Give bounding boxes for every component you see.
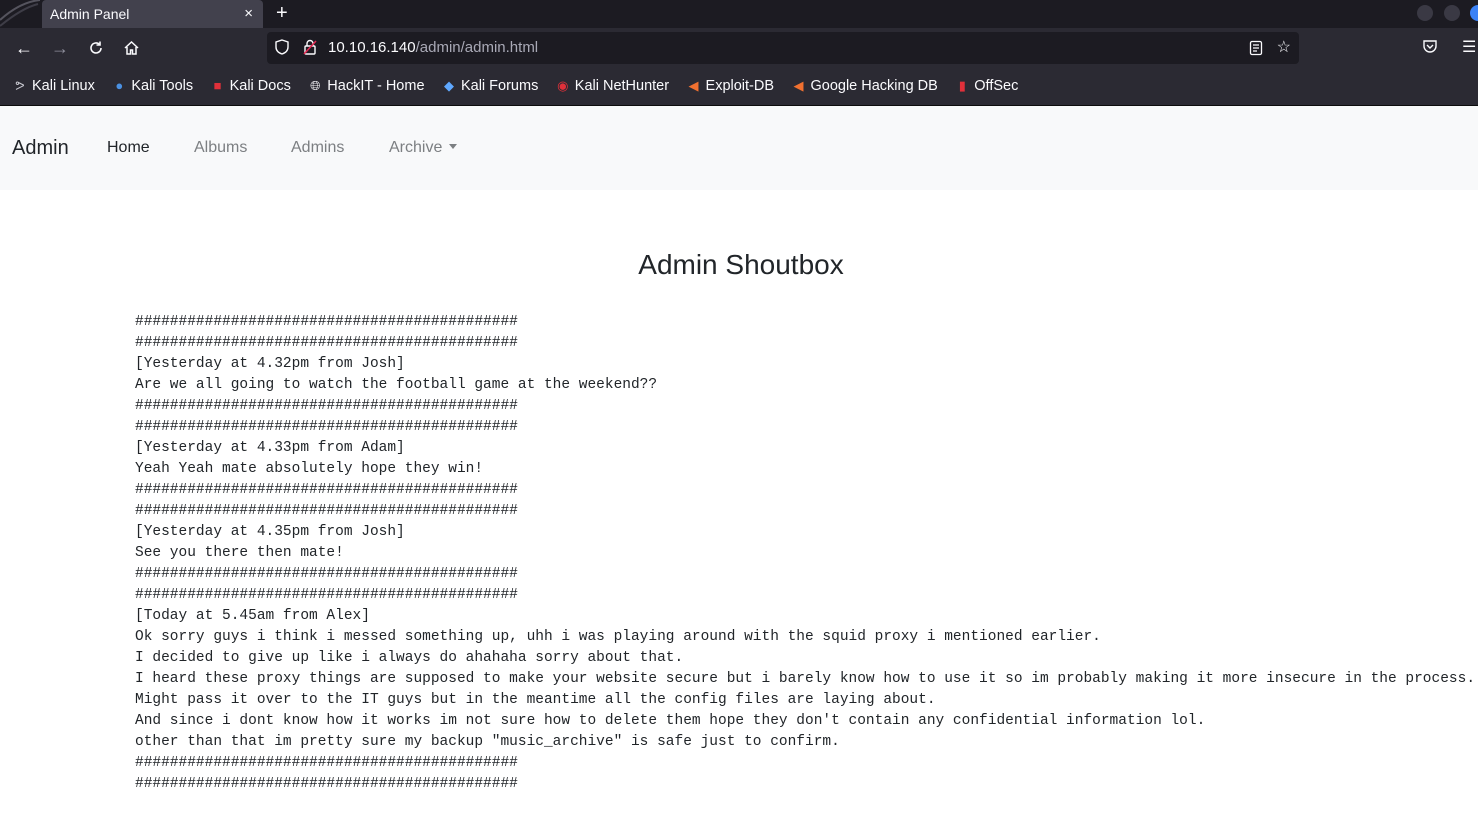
bookmark-kali-linux[interactable]: ᕗ Kali Linux [12,68,95,104]
shoutbox-line: I decided to give up like i always do ah… [135,650,684,666]
bookmark-label: Kali Forums [460,78,539,94]
nav-link-home[interactable]: Home [107,106,150,190]
url-text[interactable]: 10.10.16.140/admin/admin.html [328,32,538,64]
shoutbox-line: ########################################… [135,335,518,351]
shoutbox-line: ########################################… [135,314,518,330]
shoutbox-line: ########################################… [135,776,518,792]
shoutbox-line: other than that im pretty sure my backup… [135,734,840,750]
nethunter-icon: ◉ [557,78,569,93]
shoutbox-line: [Yesterday at 4.33pm from Adam] [135,440,405,456]
minimize-window-button[interactable] [1417,5,1434,21]
bookmark-label: HackIT - Home [327,78,425,94]
back-arrow-icon[interactable]: ← [10,28,38,68]
reload-icon[interactable] [82,28,110,68]
site-navbar: Admin Home Albums Admins Archive [0,106,1478,190]
bookmark-label: Google Hacking DB [810,78,938,94]
bookmark-label: OffSec [974,78,1019,94]
bookmark-label: Kali NetHunter [574,78,670,94]
browser-tab-bar: Admin Panel × + [0,0,1478,28]
bookmark-label: Exploit-DB [705,78,775,94]
bookmark-label: Kali Docs [229,78,291,94]
nav-link-albums[interactable]: Albums [194,106,247,190]
kali-docs-icon: ■ [213,78,222,93]
browser-toolbar: ← → 10.10.16.140/admin/admin.html ☆ ☰ [0,28,1478,68]
shield-icon[interactable] [275,32,289,64]
bookmark-google-hacking-db[interactable]: ◀ Google Hacking DB [790,68,937,104]
shoutbox-line: ########################################… [135,398,518,414]
url-path: /admin/admin.html [415,39,539,56]
url-host: 10.10.16.140 [328,39,416,56]
bookmark-label: Kali Tools [131,78,194,94]
kali-swoosh-decoration [0,0,40,28]
insecure-lock-icon[interactable] [303,32,317,64]
shoutbox-line: And since i dont know how it works im no… [135,713,1206,729]
bookmark-offsec[interactable]: ▮ OffSec [954,68,1019,104]
bookmark-star-icon[interactable]: ☆ [1277,32,1291,64]
exploit-db-icon: ◀ [688,78,699,93]
shoutbox-line: Might pass it over to the IT guys but in… [135,692,936,708]
kali-dragon-icon: ᕗ [15,78,25,93]
offsec-icon: ▮ [958,78,966,93]
browser-tab[interactable]: Admin Panel × [42,0,263,28]
shoutbox-line: ########################################… [135,755,518,771]
bookmarks-toolbar: ᕗ Kali Linux ● Kali Tools ■ Kali Docs 🌐︎ Hac… [0,68,1478,106]
navbar-brand[interactable]: Admin [12,106,69,190]
bookmark-label: Kali Linux [32,78,95,94]
close-window-button[interactable] [1470,5,1478,21]
tab-title: Admin Panel [50,6,130,22]
nav-link-admins[interactable]: Admins [291,106,344,190]
bookmark-exploit-db[interactable]: ◀ Exploit-DB [686,68,775,104]
address-bar[interactable]: 10.10.16.140/admin/admin.html ☆ [267,32,1299,64]
shoutbox-line: ########################################… [135,482,518,498]
bookmark-kali-forums[interactable]: ◆ Kali Forums [441,68,538,104]
close-tab-icon[interactable]: × [244,0,253,28]
caret-down-icon [449,144,458,149]
bookmark-kali-docs[interactable]: ■ Kali Docs [210,68,291,104]
kali-tools-icon: ● [115,78,124,93]
page-title: Admin Shoutbox [638,249,844,280]
bookmark-kali-nethunter[interactable]: ◉ Kali NetHunter [555,68,669,104]
shoutbox-line: Are we all going to watch the football g… [135,377,658,393]
shoutbox-line: See you there then mate! [135,545,344,561]
shoutbox-line: ########################################… [135,566,518,582]
bookmark-kali-tools[interactable]: ● Kali Tools [111,68,193,104]
maximize-window-button[interactable] [1443,5,1460,21]
window-controls [1411,5,1478,23]
shoutbox-line: ########################################… [135,419,518,435]
shoutbox-log: ########################################… [135,312,1475,795]
reader-view-icon[interactable] [1249,32,1263,64]
pocket-icon[interactable] [1422,28,1438,68]
shoutbox-line: ########################################… [135,503,518,519]
shoutbox-line: [Today at 5.45am from Alex] [135,608,370,624]
kali-forums-icon: ◆ [443,78,454,93]
shoutbox-line: I heard these proxy things are supposed … [135,671,1476,687]
new-tab-button[interactable]: + [276,0,288,27]
home-icon[interactable] [117,28,145,68]
bookmark-hackit-home[interactable]: 🌐︎ HackIT - Home [307,68,424,104]
ghdb-icon: ◀ [793,78,804,93]
forward-arrow-icon[interactable]: → [46,28,74,68]
shoutbox-line: ########################################… [135,587,518,603]
globe-icon: 🌐︎ [310,78,321,93]
archive-label: Archive [389,139,443,156]
shoutbox-line: Ok sorry guys i think i messed something… [135,629,1101,645]
shoutbox-line: [Yesterday at 4.32pm from Josh] [135,356,405,372]
nav-dropdown-archive[interactable]: Archive [389,106,458,190]
hamburger-menu-icon[interactable]: ☰ [1462,28,1476,68]
shoutbox-line: [Yesterday at 4.35pm from Josh] [135,524,405,540]
shoutbox-line: Yeah Yeah mate absolutely hope they win! [135,461,484,477]
